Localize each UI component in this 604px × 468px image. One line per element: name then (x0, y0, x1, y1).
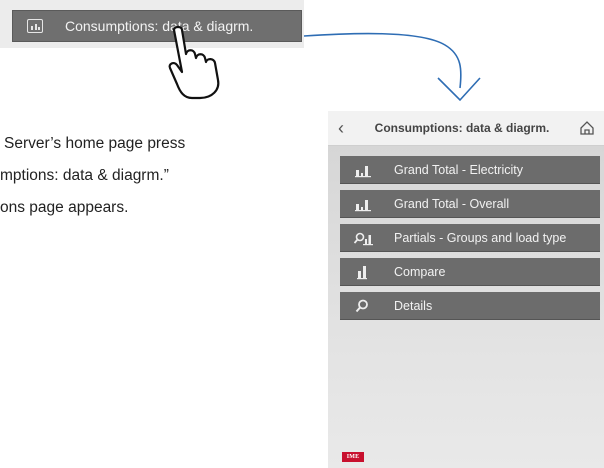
page-title: Consumptions: data & diagrm. (374, 121, 550, 135)
menu-item-label: Compare (394, 264, 446, 279)
menu-item-partials[interactable]: Partials - Groups and load type (340, 224, 600, 252)
bar-chart-icon (354, 196, 374, 212)
bar-chart-icon (354, 162, 374, 178)
consumptions-page-screen: ‹ Consumptions: data & diagrm. Grand Tot… (328, 111, 604, 468)
instruction-line-3: ons page appears. (0, 199, 129, 216)
menu-item-grand-total-overall[interactable]: Grand Total - Overall (340, 190, 600, 218)
compare-bars-icon (354, 264, 374, 280)
menu-item-label: Partials - Groups and load type (394, 230, 567, 245)
search-bar-chart-icon (353, 230, 374, 246)
instruction-text: Server’s home page press mptions: data &… (0, 128, 300, 224)
search-icon (354, 298, 374, 314)
menu-item-details[interactable]: Details (340, 292, 600, 320)
instruction-line-1: Server’s home page press (4, 135, 186, 152)
page-header: ‹ Consumptions: data & diagrm. (328, 111, 604, 146)
chevron-left-icon[interactable]: ‹ (328, 118, 354, 139)
menu-item-compare[interactable]: Compare (340, 258, 600, 286)
home-icon[interactable] (570, 120, 604, 136)
menu-item-label: Details (394, 298, 433, 313)
menu-item-grand-total-electricity[interactable]: Grand Total - Electricity (340, 156, 600, 184)
menu-list: Grand Total - Electricity Grand Total - … (328, 146, 604, 320)
ime-logo: IME (342, 452, 364, 462)
instruction-line-2: mptions: data & diagrm.” (0, 167, 169, 184)
menu-item-label: Grand Total - Overall (394, 196, 510, 211)
menu-item-label: Grand Total - Electricity (394, 162, 523, 177)
